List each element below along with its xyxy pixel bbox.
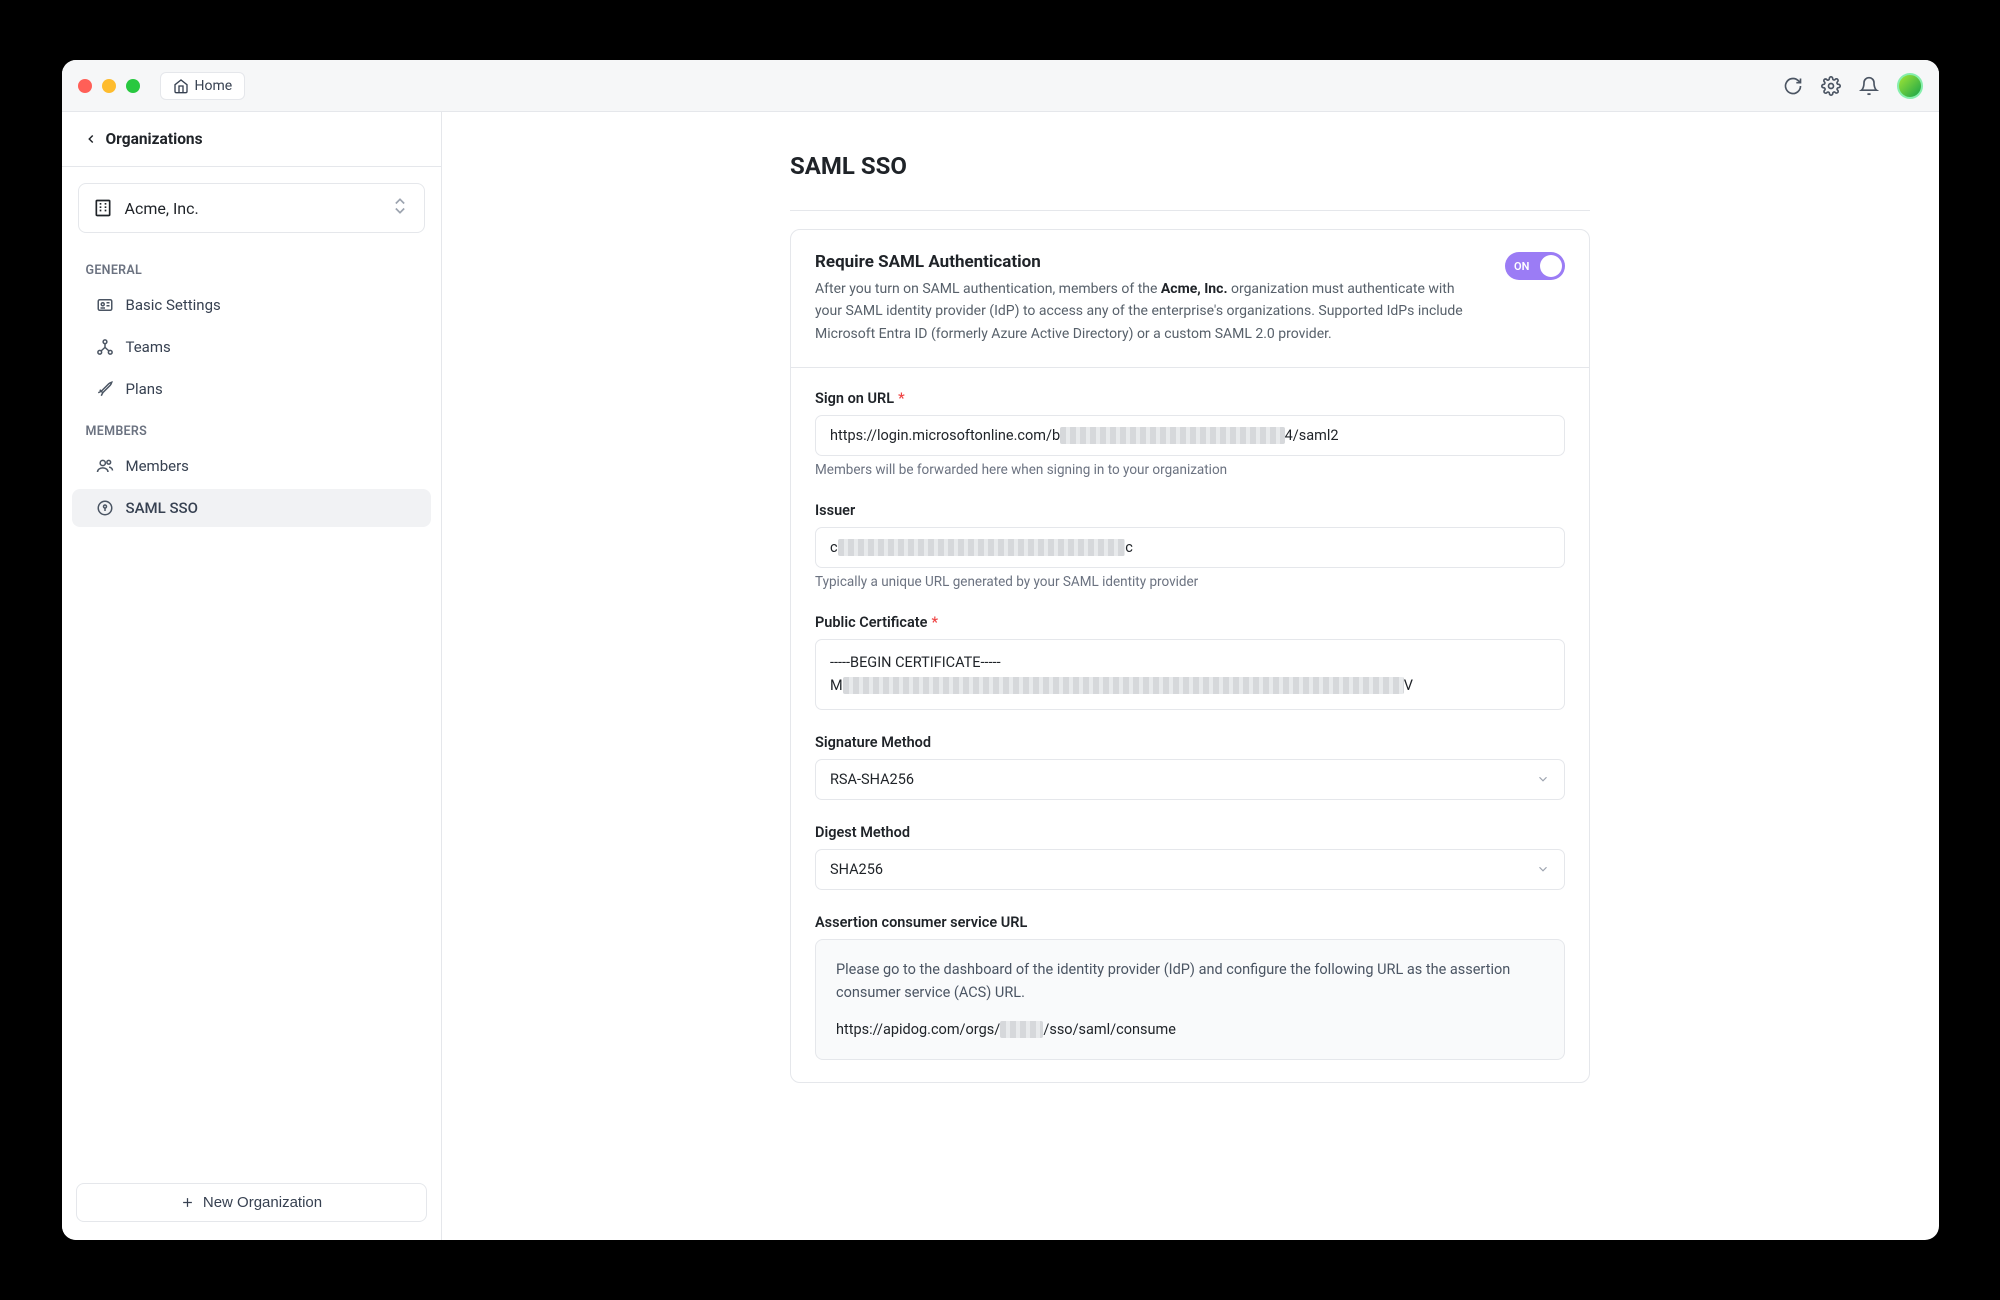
home-icon	[173, 78, 189, 94]
sidebar-item-teams[interactable]: Teams	[72, 328, 431, 366]
nav-label: Basic Settings	[126, 296, 221, 314]
traffic-lights	[78, 79, 140, 93]
minimize-window[interactable]	[102, 79, 116, 93]
home-label: Home	[195, 78, 233, 94]
require-saml-title: Require SAML Authentication	[815, 252, 1485, 272]
nav-label: Plans	[126, 380, 163, 398]
home-button[interactable]: Home	[160, 72, 246, 100]
sign-on-url-help: Members will be forwarded here when sign…	[815, 462, 1565, 478]
signature-method-label: Signature Method	[815, 734, 1565, 751]
digest-method-select[interactable]: SHA256	[815, 849, 1565, 890]
acs-info-text: Please go to the dashboard of the identi…	[836, 958, 1544, 1004]
sidebar-back[interactable]: Organizations	[62, 112, 441, 167]
back-label: Organizations	[106, 130, 203, 148]
saml-settings-card: Require SAML Authentication After you tu…	[790, 229, 1590, 1083]
nav-label: Teams	[126, 338, 171, 356]
sign-on-url-label: Sign on URL*	[815, 390, 1565, 407]
issuer-input[interactable]: cxxxxxxxxxxxxxxxxxxxxxxxxxxxxxxxxxxxxxxx…	[815, 527, 1565, 568]
digest-method-value: SHA256	[830, 861, 883, 878]
app-window: Home Organizations Acme, Inc.	[62, 60, 1939, 1240]
new-org-label: New Organization	[203, 1194, 322, 1211]
users-icon	[96, 457, 114, 475]
nav-label: SAML SSO	[126, 499, 198, 517]
org-name: Acme, Inc.	[125, 199, 199, 218]
acs-url-value: https://apidog.com/orgs/xxxxxx/sso/saml/…	[836, 1018, 1544, 1041]
plus-icon	[180, 1195, 195, 1210]
acs-url-label: Assertion consumer service URL	[815, 914, 1565, 931]
sidebar-item-plans[interactable]: Plans	[72, 370, 431, 408]
avatar[interactable]	[1897, 73, 1923, 99]
require-saml-description: After you turn on SAML authentication, m…	[815, 278, 1485, 345]
rocket-icon	[96, 380, 114, 398]
chevron-down-icon	[1536, 862, 1550, 876]
signature-method-value: RSA-SHA256	[830, 771, 914, 788]
shield-lock-icon	[96, 499, 114, 517]
chevron-down-icon	[1536, 772, 1550, 786]
issuer-help: Typically a unique URL generated by your…	[815, 574, 1565, 590]
public-certificate-input[interactable]: -----BEGIN CERTIFICATE----- Mxxxxxxxxxxx…	[815, 639, 1565, 709]
id-card-icon	[96, 296, 114, 314]
issuer-label: Issuer	[815, 502, 1565, 519]
toggle-state: ON	[1514, 260, 1529, 273]
sidebar-item-basic-settings[interactable]: Basic Settings	[72, 286, 431, 324]
maximize-window[interactable]	[126, 79, 140, 93]
sidebar-item-saml-sso[interactable]: SAML SSO	[72, 489, 431, 527]
refresh-icon[interactable]	[1783, 76, 1803, 96]
require-saml-toggle[interactable]: ON	[1505, 252, 1565, 280]
sidebar-item-members[interactable]: Members	[72, 447, 431, 485]
section-members: MEMBERS	[62, 410, 441, 445]
acs-info-box: Please go to the dashboard of the identi…	[815, 939, 1565, 1061]
building-icon	[93, 198, 113, 218]
nav-label: Members	[126, 457, 189, 475]
section-general: GENERAL	[62, 249, 441, 284]
close-window[interactable]	[78, 79, 92, 93]
signature-method-select[interactable]: RSA-SHA256	[815, 759, 1565, 800]
page-title: SAML SSO	[790, 152, 1590, 211]
sidebar: Organizations Acme, Inc. GENERAL Basic S…	[62, 112, 442, 1240]
bell-icon[interactable]	[1859, 76, 1879, 96]
network-icon	[96, 338, 114, 356]
toggle-knob	[1540, 255, 1562, 277]
sign-on-url-input[interactable]: https://login.microsoftonline.com/bxxxxx…	[815, 415, 1565, 456]
public-certificate-label: Public Certificate*	[815, 614, 1565, 631]
digest-method-label: Digest Method	[815, 824, 1565, 841]
gear-icon[interactable]	[1821, 76, 1841, 96]
org-selector[interactable]: Acme, Inc.	[78, 183, 425, 233]
titlebar: Home	[62, 60, 1939, 112]
new-organization-button[interactable]: New Organization	[76, 1183, 427, 1222]
main-content: SAML SSO Require SAML Authentication Aft…	[442, 112, 1939, 1240]
chevrons-up-down-icon	[390, 196, 410, 216]
chevron-left-icon	[84, 132, 98, 146]
